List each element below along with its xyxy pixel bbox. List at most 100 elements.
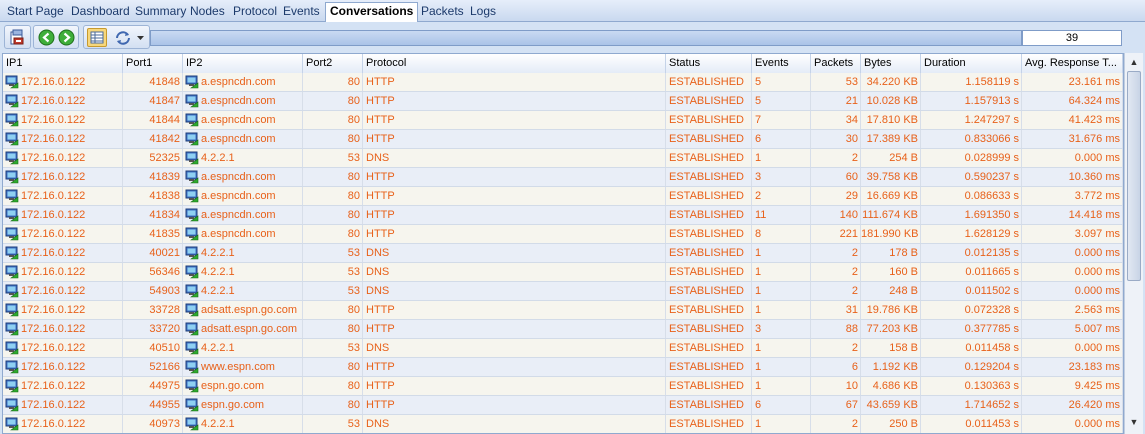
tab-summary[interactable]: Summary	[131, 3, 190, 21]
ip1-cell: 172.16.0.122	[3, 263, 123, 281]
table-row[interactable]: 172.16.0.122 41835 a.espncdn.com 80 HTTP ESTA…	[3, 225, 1123, 244]
status-cell: ESTABLISHED	[666, 130, 752, 148]
table-row[interactable]: 172.16.0.122 52166 www.espn.com 80 HTTP ESTAB…	[3, 358, 1123, 377]
table-row[interactable]: 172.16.0.122 56346 4.2.2.1 53 DNS ESTABLISHED…	[3, 263, 1123, 282]
ip2-cell: espn.go.com	[183, 377, 303, 395]
table-row[interactable]: 172.16.0.122 33720 adsatt.espn.go.com 80 HTT…	[3, 320, 1123, 339]
table-row[interactable]: 172.16.0.122 44955 espn.go.com 80 HTTP ESTABL…	[3, 396, 1123, 415]
forward-icon[interactable]	[58, 29, 75, 46]
host-icon	[185, 284, 199, 298]
scroll-thumb[interactable]	[1127, 71, 1141, 281]
ip2-cell: a.espncdn.com	[183, 130, 303, 148]
table-row[interactable]: 172.16.0.122 52325 4.2.2.1 53 DNS ESTABLISHED…	[3, 149, 1123, 168]
column-header-avg-response[interactable]: Avg. Response T...	[1022, 54, 1123, 73]
port2-cell: 80	[303, 377, 363, 395]
packets-cell: 2	[811, 263, 861, 281]
tab-dashboard[interactable]: Dashboard	[67, 3, 134, 21]
avg-response-cell-text: 5.007 ms	[1074, 323, 1120, 335]
table-row[interactable]: 172.16.0.122 40510 4.2.2.1 53 DNS ESTABLISHED…	[3, 339, 1123, 358]
table-row[interactable]: 172.16.0.122 41844 a.espncdn.com 80 HTTP ESTA…	[3, 111, 1123, 130]
ip2-cell: 4.2.2.1	[183, 415, 303, 433]
table-row[interactable]: 172.16.0.122 41839 a.espncdn.com 80 HTTP ESTA…	[3, 168, 1123, 187]
scroll-up-icon[interactable]: ▲	[1127, 55, 1141, 69]
events-cell-text: 1	[755, 418, 762, 430]
packets-cell-text: 2	[851, 342, 858, 354]
column-header-events[interactable]: Events	[752, 54, 811, 73]
table-row[interactable]: 172.16.0.122 40973 4.2.2.1 53 DNS ESTABLISHED…	[3, 415, 1123, 433]
bytes-cell: 181.990 KB	[861, 225, 921, 243]
status-cell: ESTABLISHED	[666, 396, 752, 414]
tab-packets[interactable]: Packets	[417, 3, 468, 21]
avg-response-cell-text: 23.161 ms	[1068, 76, 1120, 88]
ip2-cell: a.espncdn.com	[183, 111, 303, 129]
dropdown-arrow-icon[interactable]	[136, 29, 145, 46]
ip2-cell: a.espncdn.com	[183, 187, 303, 205]
avg-response-cell: 64.324 ms	[1022, 92, 1123, 110]
avg-response-cell: 0.000 ms	[1022, 149, 1123, 167]
duration-cell: 1.691350 s	[921, 206, 1022, 224]
table-row[interactable]: 172.16.0.122 41848 a.espncdn.com 80 HTTP ESTA…	[3, 73, 1123, 92]
column-header-port1[interactable]: Port1	[123, 54, 183, 73]
port2-cell-text: 53	[347, 285, 360, 297]
back-icon[interactable]	[38, 29, 55, 46]
ip1-cell: 172.16.0.122	[3, 282, 123, 300]
protocol-cell-text: DNS	[366, 418, 390, 430]
scroll-down-icon[interactable]: ▼	[1127, 415, 1141, 429]
column-header-ip1[interactable]: IP1	[3, 54, 123, 73]
bytes-cell: 77.203 KB	[861, 320, 921, 338]
status-cell: ESTABLISHED	[666, 415, 752, 433]
column-header-packets[interactable]: Packets	[811, 54, 861, 73]
column-header-bytes[interactable]: Bytes	[861, 54, 921, 73]
column-header-port2[interactable]: Port2	[303, 54, 363, 73]
port1-cell: 52166	[123, 358, 183, 376]
avg-response-cell: 9.425 ms	[1022, 377, 1123, 395]
table-row[interactable]: 172.16.0.122 41838 a.espncdn.com 80 HTTP ESTA…	[3, 187, 1123, 206]
events-cell: 7	[752, 111, 811, 129]
events-cell: 6	[752, 130, 811, 148]
protocol-cell-text: HTTP	[366, 95, 395, 107]
column-header-status[interactable]: Status	[666, 54, 752, 73]
filter-bar[interactable]	[150, 30, 1022, 46]
table-row[interactable]: 172.16.0.122 33728 adsatt.espn.go.com 80 HTT…	[3, 301, 1123, 320]
network-refresh-icon[interactable]	[114, 29, 131, 46]
protocol-cell-text: HTTP	[366, 76, 395, 88]
table-row[interactable]: 172.16.0.122 44975 espn.go.com 80 HTTP ESTABL…	[3, 377, 1123, 396]
duration-cell: 1.628129 s	[921, 225, 1022, 243]
ip1-cell-text: 172.16.0.122	[21, 399, 86, 411]
tab-conversations[interactable]: Conversations	[325, 2, 419, 22]
grid-view-icon[interactable]	[87, 28, 107, 47]
table-row[interactable]: 172.16.0.122 41834 a.espncdn.com 80 HTTP ESTA…	[3, 206, 1123, 225]
tab-logs[interactable]: Logs	[466, 3, 500, 21]
host-icon	[5, 208, 19, 222]
export-icon[interactable]	[9, 29, 26, 46]
ip1-cell-text: 172.16.0.122	[21, 95, 86, 107]
table-row[interactable]: 172.16.0.122 41847 a.espncdn.com 80 HTTP ESTA…	[3, 92, 1123, 111]
tab-protocol[interactable]: Protocol	[229, 3, 281, 21]
tab-events[interactable]: Events	[279, 3, 324, 21]
bytes-cell-text: 19.786 KB	[866, 304, 918, 316]
tab-start-page[interactable]: Start Page	[3, 3, 68, 21]
packets-cell-text: 53	[845, 76, 858, 88]
avg-response-cell-text: 0.000 ms	[1074, 266, 1120, 278]
duration-cell: 1.714652 s	[921, 396, 1022, 414]
table-row[interactable]: 172.16.0.122 41842 a.espncdn.com 80 HTTP ESTA…	[3, 130, 1123, 149]
port1-cell-text: 33728	[149, 304, 180, 316]
column-header-duration[interactable]: Duration	[921, 54, 1022, 73]
ip1-cell-text: 172.16.0.122	[21, 418, 86, 430]
tab-nodes[interactable]: Nodes	[186, 3, 229, 21]
packets-cell: 29	[811, 187, 861, 205]
table-row[interactable]: 172.16.0.122 54903 4.2.2.1 53 DNS ESTABLISHED…	[3, 282, 1123, 301]
bytes-cell: 39.758 KB	[861, 168, 921, 186]
duration-cell: 0.590237 s	[921, 168, 1022, 186]
port2-cell-text: 80	[347, 133, 360, 145]
status-cell-text: ESTABLISHED	[669, 95, 744, 107]
port2-cell: 53	[303, 263, 363, 281]
port1-cell-text: 54903	[149, 285, 180, 297]
column-header-ip2[interactable]: IP2	[183, 54, 303, 73]
column-header-protocol[interactable]: Protocol	[363, 54, 666, 73]
table-row[interactable]: 172.16.0.122 40021 4.2.2.1 53 DNS ESTABLISHED…	[3, 244, 1123, 263]
vertical-scrollbar[interactable]: ▲ ▼	[1124, 53, 1143, 434]
protocol-cell: HTTP	[363, 301, 666, 319]
port1-cell: 41848	[123, 73, 183, 91]
protocol-cell-text: DNS	[366, 285, 390, 297]
